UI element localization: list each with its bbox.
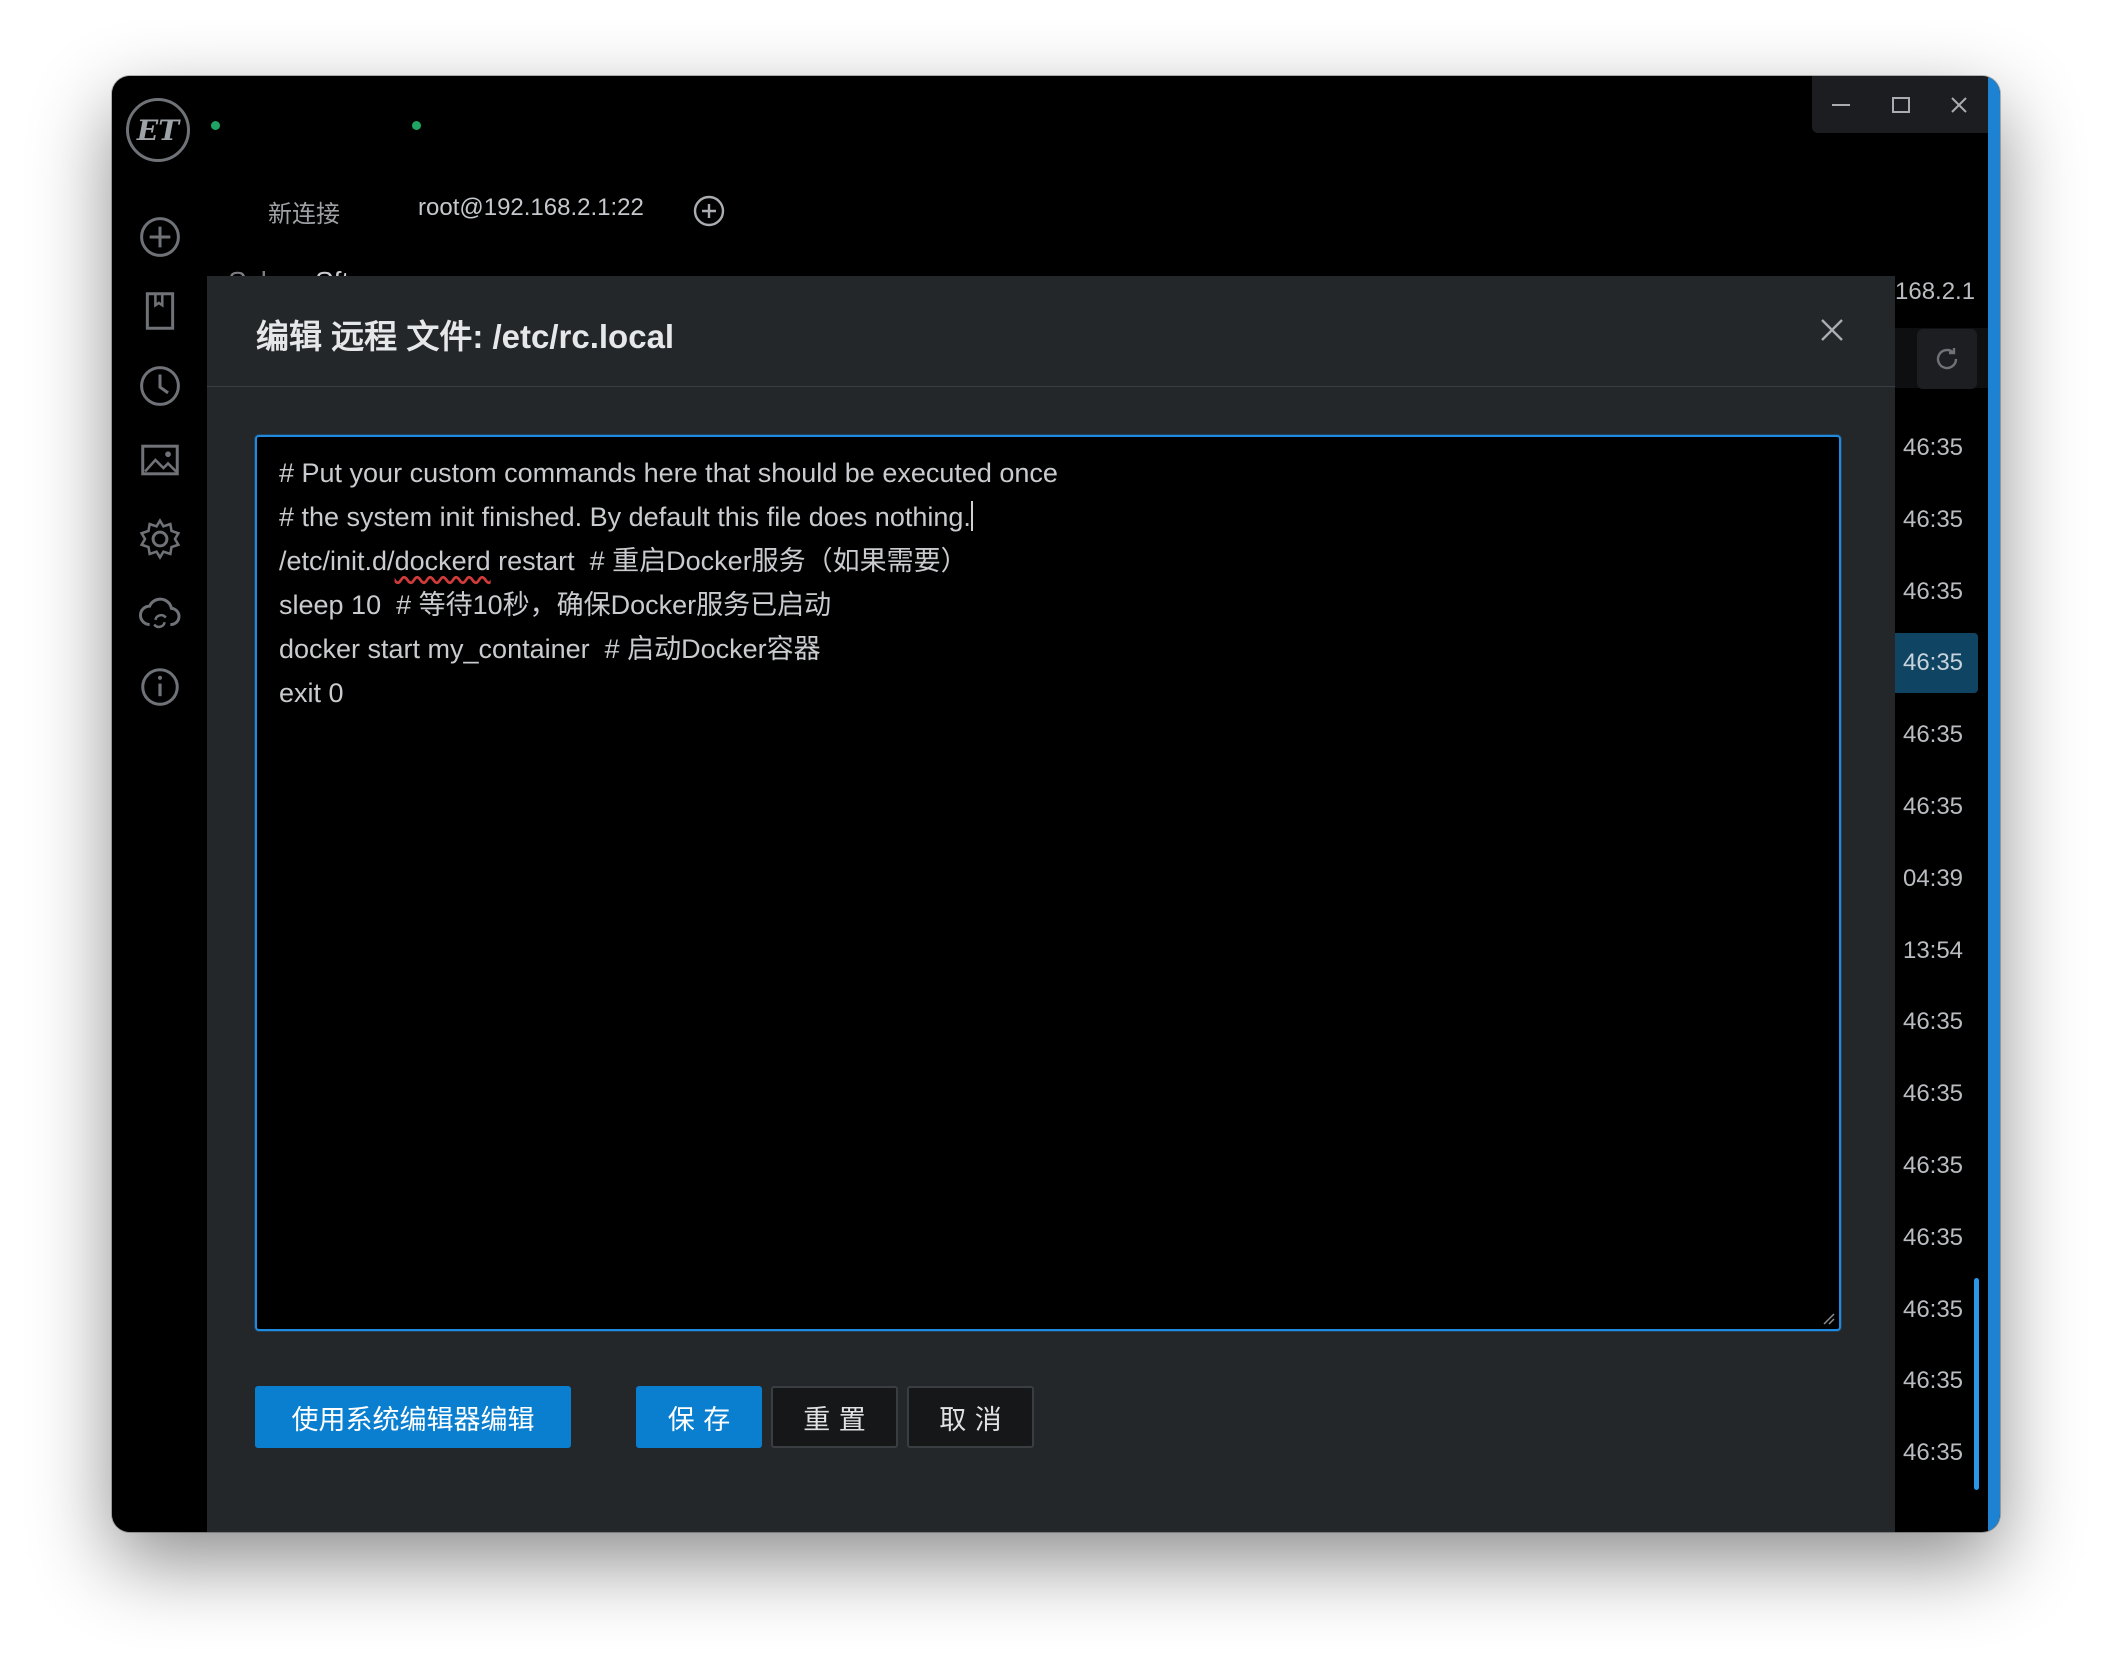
file-modified-time[interactable]: 46:35	[1888, 1280, 1978, 1340]
file-modified-time[interactable]: 13:54	[1888, 921, 1978, 981]
code-line: /etc/init.d/dockerd restart # 重启Docker服务…	[279, 546, 968, 576]
code-line-text: # the system init finished. By default t…	[279, 502, 971, 532]
file-modified-time[interactable]: 46:35	[1888, 490, 1978, 550]
file-modified-time[interactable]: 46:35	[1888, 1136, 1978, 1196]
app-logo: ET	[126, 98, 190, 162]
sidebar: ET	[112, 76, 207, 1532]
status-dot	[412, 121, 421, 130]
scrollbar-thumb[interactable]	[1974, 1278, 1979, 1490]
resize-grip-icon[interactable]	[1819, 1309, 1835, 1325]
file-modified-time[interactable]: 46:35	[1888, 1208, 1978, 1268]
cancel-button[interactable]: 取 消	[907, 1386, 1034, 1448]
file-modified-time[interactable]: 04:39	[1888, 849, 1978, 909]
code-line: docker start my_container # 启动Docker容器	[279, 634, 821, 664]
code-line: exit 0	[279, 678, 344, 708]
save-button[interactable]: 保 存	[636, 1386, 762, 1448]
add-connection-icon[interactable]	[130, 207, 190, 267]
app-logo-text: ET	[136, 113, 180, 147]
status-dot	[211, 121, 220, 130]
bookmark-icon[interactable]	[130, 281, 190, 341]
minimize-icon[interactable]	[1812, 76, 1870, 133]
tab-new-connection[interactable]: 新连接	[268, 194, 340, 229]
refresh-icon[interactable]	[1917, 329, 1977, 389]
add-tab-icon[interactable]	[692, 194, 726, 228]
code-line: # Put your custom commands here that sho…	[279, 458, 1058, 488]
dialog-header: 编辑 远程 文件: /etc/rc.local	[207, 276, 1895, 387]
text-caret	[970, 501, 973, 531]
app-window: ET 新连接 root@192.168.2.1:22 Ssh Sftp	[112, 76, 2000, 1532]
file-modified-time[interactable]: 46:35	[1888, 992, 1978, 1052]
code-line: # the system init finished. By default t…	[279, 495, 1817, 539]
history-clock-icon[interactable]	[130, 356, 190, 416]
dialog-close-icon[interactable]	[1812, 310, 1852, 350]
window-accent-edge	[1988, 76, 2000, 1532]
system-editor-button[interactable]: 使用系统编辑器编辑	[255, 1386, 571, 1448]
window-controls	[1812, 76, 1988, 133]
maximize-icon[interactable]	[1872, 76, 1930, 133]
file-modified-time[interactable]: 46:35	[1888, 633, 1978, 694]
misspelled-word: dockerd	[394, 546, 491, 576]
file-modified-time[interactable]: 46:35	[1888, 1064, 1978, 1124]
file-modified-time[interactable]: 46:35	[1888, 777, 1978, 837]
settings-gear-icon[interactable]	[130, 509, 190, 569]
file-content-editor[interactable]: # Put your custom commands here that sho…	[255, 435, 1841, 1331]
dialog-title: 编辑 远程 文件: /etc/rc.local	[256, 318, 675, 355]
edit-file-dialog: 编辑 远程 文件: /etc/rc.local # Put your custo…	[207, 276, 1895, 1532]
info-icon[interactable]	[130, 657, 190, 717]
file-modified-time[interactable]: 46:35	[1888, 418, 1978, 478]
cloud-sync-icon[interactable]	[130, 583, 190, 643]
reset-button[interactable]: 重 置	[771, 1386, 898, 1448]
file-modified-time[interactable]: 46:35	[1888, 1423, 1978, 1483]
tab-root-connection[interactable]: root@192.168.2.1:22	[418, 194, 644, 222]
file-modified-time[interactable]: 46:35	[1888, 1351, 1978, 1411]
image-icon[interactable]	[130, 430, 190, 490]
file-modified-time[interactable]: 46:35	[1888, 705, 1978, 765]
file-modified-time[interactable]: 46:35	[1888, 562, 1978, 622]
host-ip-label: 168.2.1	[1895, 278, 1976, 305]
code-line: sleep 10 # 等待10秒，确保Docker服务已启动	[279, 590, 832, 620]
close-icon[interactable]	[1930, 76, 1988, 133]
